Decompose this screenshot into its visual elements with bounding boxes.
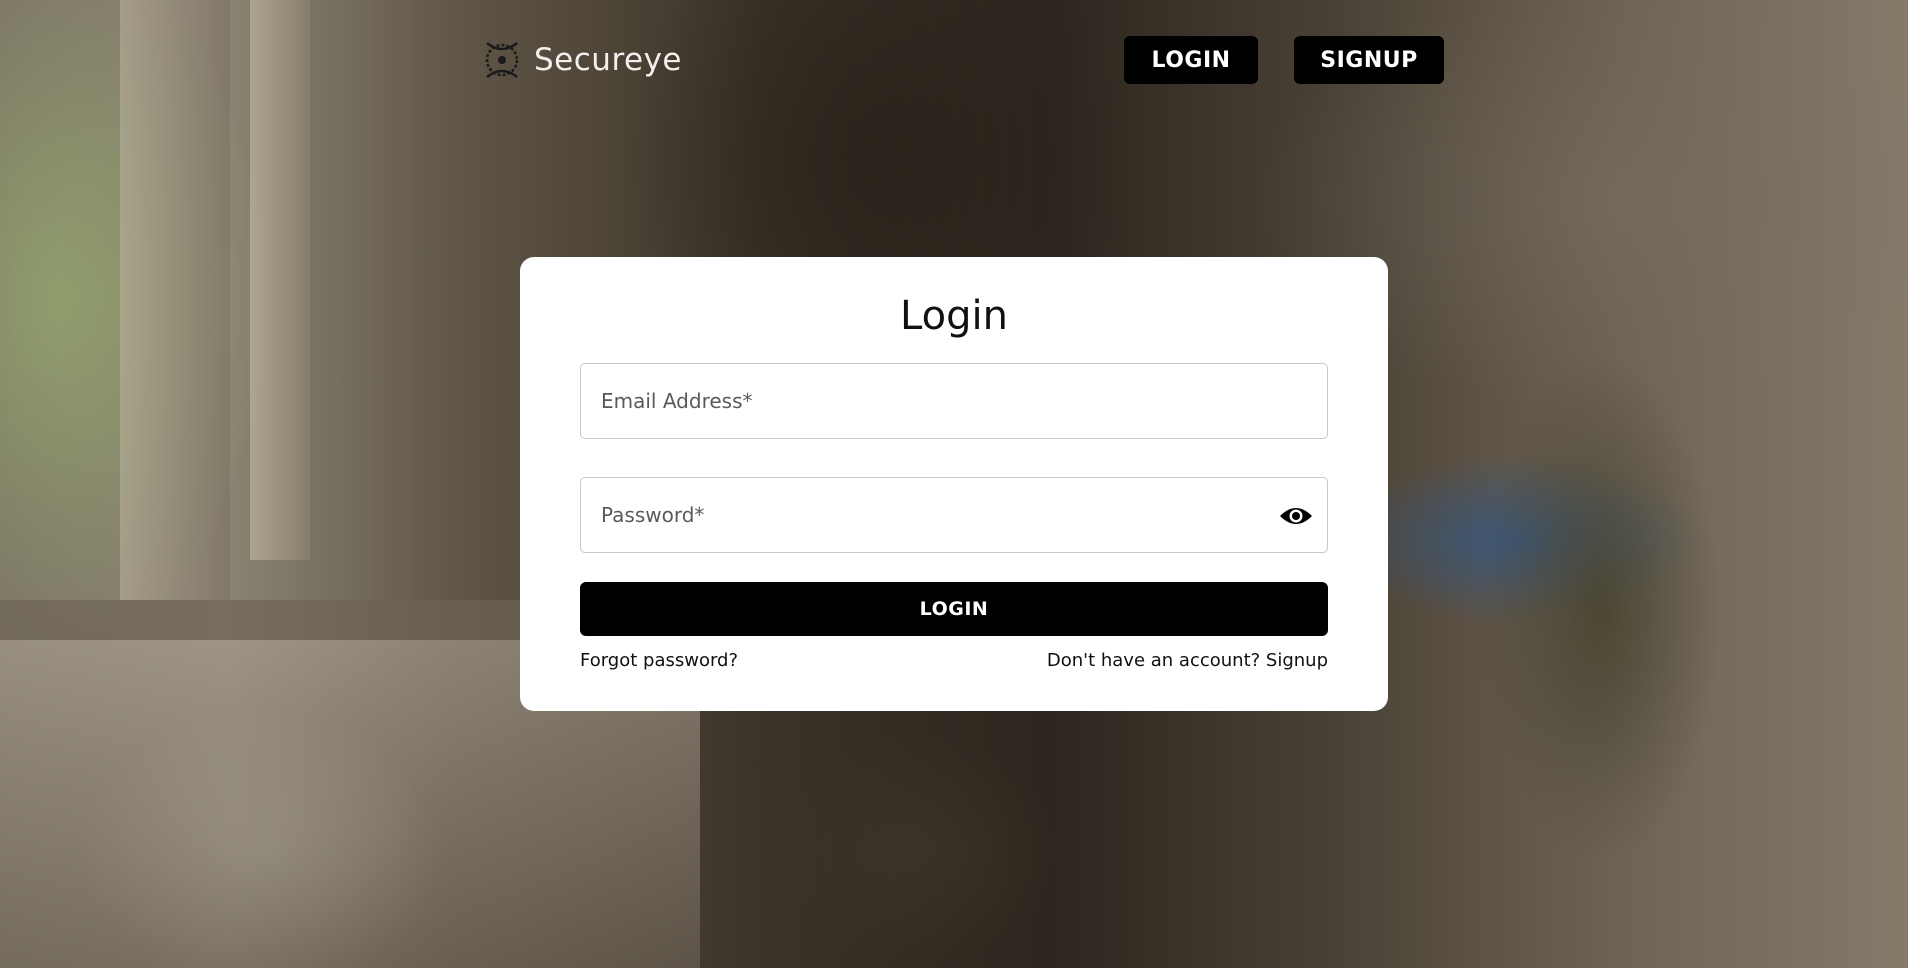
- password-input[interactable]: [581, 478, 1327, 552]
- forgot-password-link[interactable]: Forgot password?: [580, 650, 738, 671]
- background-ledge: [0, 600, 520, 640]
- password-field[interactable]: [580, 477, 1328, 553]
- top-navbar: Secureye LOGIN SIGNUP: [0, 0, 1908, 120]
- background-figure-center: [700, 680, 1120, 968]
- eye-icon[interactable]: [1279, 500, 1313, 532]
- email-field[interactable]: [580, 363, 1328, 439]
- nav-login-button[interactable]: LOGIN: [1124, 36, 1258, 84]
- login-title: Login: [900, 293, 1008, 339]
- nav-signup-button[interactable]: SIGNUP: [1294, 36, 1444, 84]
- brand[interactable]: Secureye: [476, 32, 682, 88]
- login-submit-button[interactable]: LOGIN: [580, 582, 1328, 636]
- email-input[interactable]: [581, 364, 1327, 438]
- signup-link[interactable]: Don't have an account? Signup: [1047, 650, 1328, 671]
- login-card: Login LOGIN Forgot password? Don't have …: [520, 257, 1388, 711]
- brand-name: Secureye: [534, 42, 682, 78]
- background-figure-right: [1430, 250, 1770, 968]
- eye-emblem-icon: [476, 34, 528, 86]
